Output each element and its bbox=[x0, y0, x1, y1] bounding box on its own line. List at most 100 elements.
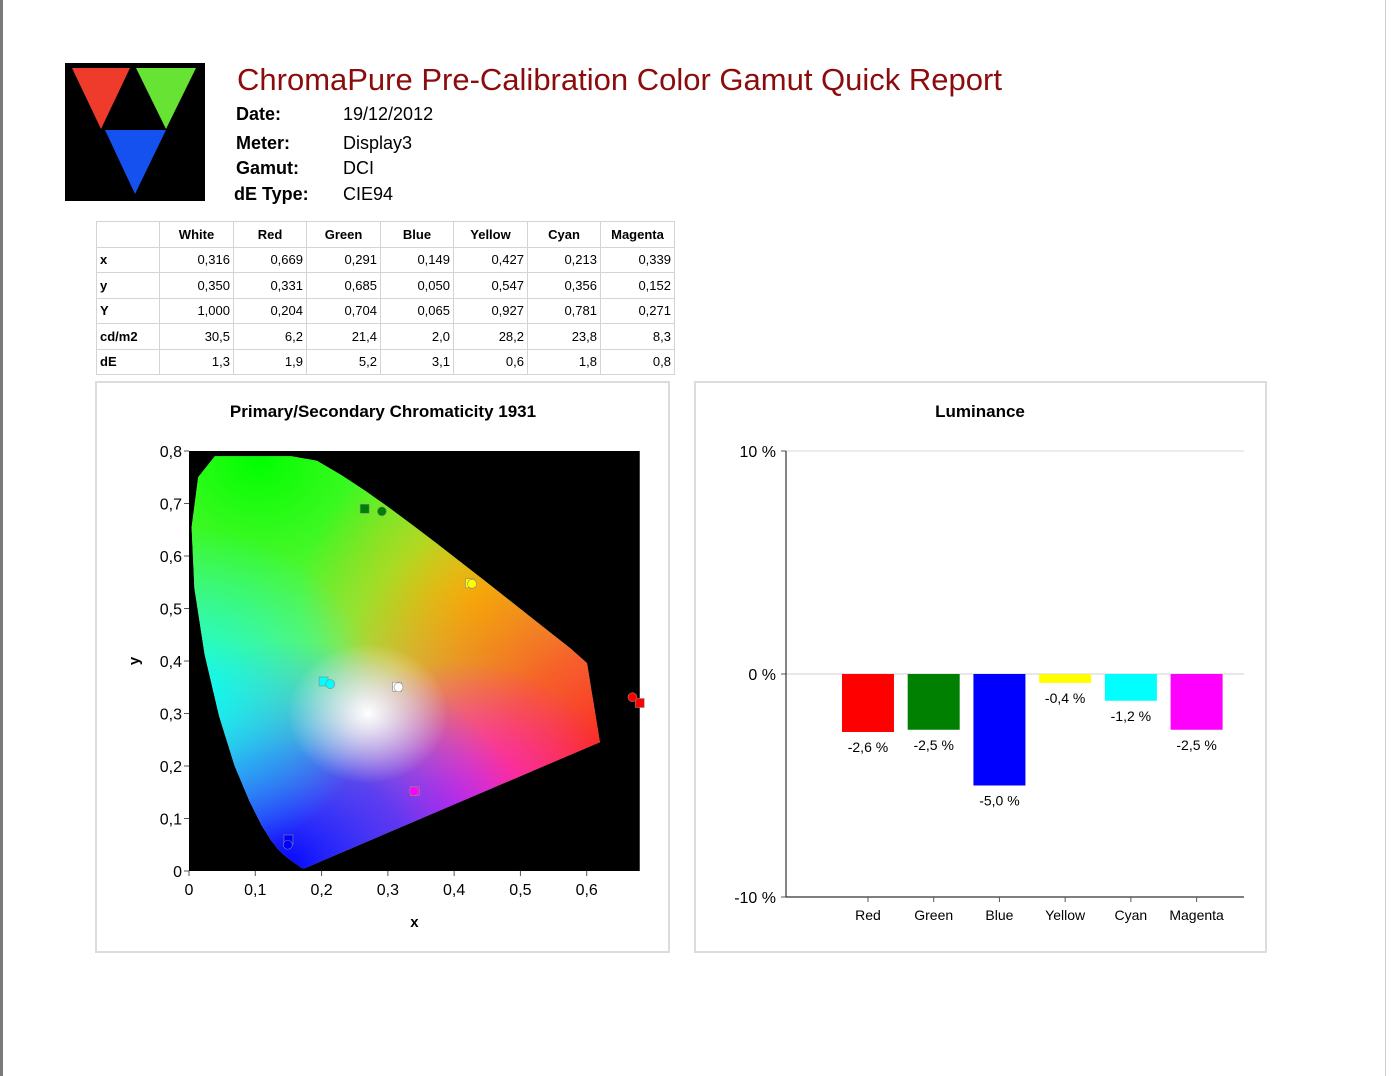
table-header: Red bbox=[233, 221, 307, 248]
measured-point-red bbox=[634, 698, 645, 708]
bar-value-label: -2,6 % bbox=[848, 739, 888, 755]
x-tick-label: Magenta bbox=[1169, 907, 1224, 923]
table-cell: 1,8 bbox=[527, 348, 601, 375]
luminance-bars bbox=[841, 674, 1223, 786]
y-tick-label: 0,5 bbox=[160, 602, 182, 619]
y-tick-label: 10 % bbox=[740, 444, 776, 461]
table-cell: 8,3 bbox=[600, 323, 675, 350]
bar-value-label: -0,4 % bbox=[1045, 690, 1085, 706]
y-tick-label: 0,3 bbox=[160, 707, 182, 724]
chromapure-logo bbox=[65, 63, 205, 201]
table-corner-cell bbox=[96, 221, 160, 248]
table-cell: 0,065 bbox=[380, 297, 454, 324]
table-cell: 0,704 bbox=[306, 297, 381, 324]
chromaticity-chart-panel: Primary/Secondary Chromaticity 1931 0 0,1… bbox=[95, 381, 670, 953]
bar-cyan bbox=[1104, 674, 1157, 701]
target-point-blue bbox=[282, 839, 293, 850]
table-cell: 0,316 bbox=[159, 246, 234, 273]
table-row: Y 1,000 0,204 0,704 0,065 0,927 0,781 0,… bbox=[96, 297, 675, 324]
bar-red bbox=[841, 674, 894, 732]
luminance-chart-panel: Luminance 10 % 0 % -10 % Red -2,6 % Green -2,5… bbox=[694, 381, 1267, 953]
y-tick-label: 0,8 bbox=[160, 444, 182, 461]
x-tick-label: Green bbox=[914, 907, 953, 923]
logo-green-triangle bbox=[136, 68, 196, 129]
measured-point-green bbox=[359, 503, 370, 514]
table-cell: 0,291 bbox=[306, 246, 381, 273]
table-cell: 0,8 bbox=[600, 348, 675, 375]
x-axis-label: x bbox=[410, 914, 419, 931]
table-header: White bbox=[159, 221, 234, 248]
y-tick-label: 0 bbox=[173, 864, 182, 881]
luminance-chart: Luminance 10 % 0 % -10 % Red -2,6 % Green -2,5… bbox=[734, 402, 1244, 923]
x-tick-label: 0,4 bbox=[443, 882, 465, 899]
table-row: x 0,316 0,669 0,291 0,149 0,427 0,213 0,… bbox=[96, 246, 675, 273]
y-tick-label: 0 % bbox=[748, 667, 776, 684]
x-tick-label: 0,5 bbox=[509, 882, 531, 899]
table-cell: 0,6 bbox=[453, 348, 528, 375]
bar-blue bbox=[973, 674, 1026, 786]
table-cell: 1,3 bbox=[159, 348, 234, 375]
target-point-magenta bbox=[408, 786, 419, 797]
table-header-row: White Red Green Blue Yellow Cyan Magenta bbox=[96, 221, 675, 248]
table-cell: 0,669 bbox=[233, 246, 307, 273]
target-point-green bbox=[377, 506, 387, 517]
table-cell: 0,149 bbox=[380, 246, 454, 273]
table-cell: 0,204 bbox=[233, 297, 307, 324]
table-cell: 5,2 bbox=[306, 348, 381, 375]
meta-value: DCI bbox=[343, 158, 374, 178]
x-tick-label: 0,1 bbox=[244, 882, 266, 899]
table-cell: 28,2 bbox=[453, 323, 528, 350]
logo-blue-triangle bbox=[105, 130, 166, 194]
table-header: Magenta bbox=[600, 221, 675, 248]
bar-magenta bbox=[1170, 674, 1223, 730]
table-cell: 1,000 bbox=[159, 297, 234, 324]
table-cell: 0,547 bbox=[453, 272, 528, 299]
logo-red-triangle bbox=[72, 68, 130, 129]
bar-green bbox=[907, 674, 960, 730]
table-cell: 6,2 bbox=[233, 323, 307, 350]
x-tick-label: Cyan bbox=[1115, 907, 1148, 923]
table-cell: 2,0 bbox=[380, 323, 454, 350]
luminance-chart-title: Luminance bbox=[935, 402, 1025, 421]
bar-value-label: -2,5 % bbox=[913, 737, 953, 753]
table-cell: 0,339 bbox=[600, 246, 675, 273]
y-tick-label: 0,6 bbox=[160, 549, 182, 566]
table-header: Green bbox=[306, 221, 381, 248]
x-tick-label: 0,6 bbox=[576, 882, 598, 899]
table-cell: 0,271 bbox=[600, 297, 675, 324]
table-cell: 0,356 bbox=[527, 272, 601, 299]
target-point-white bbox=[393, 682, 404, 693]
y-tick-label: 0,2 bbox=[160, 759, 182, 776]
meta-value: CIE94 bbox=[343, 184, 394, 204]
table-header: Cyan bbox=[527, 221, 601, 248]
meta-value: 19/12/2012 bbox=[343, 104, 434, 124]
meta-label: Gamut: bbox=[236, 158, 299, 178]
table-row: y 0,350 0,331 0,685 0,050 0,547 0,356 0,… bbox=[96, 272, 675, 299]
target-point-cyan bbox=[325, 679, 335, 689]
table-cell: 0,213 bbox=[527, 246, 601, 273]
row-label: x bbox=[96, 246, 160, 273]
table-cell: 0,331 bbox=[233, 272, 307, 299]
table-cell: 0,685 bbox=[306, 272, 381, 299]
meta-label: Date: bbox=[236, 104, 282, 124]
x-tick-label: Blue bbox=[985, 907, 1013, 923]
chromaticity-chart-title: Primary/Secondary Chromaticity 1931 bbox=[230, 402, 536, 421]
y-tick-label: 0,1 bbox=[160, 812, 182, 829]
table-cell: 3,1 bbox=[380, 348, 454, 375]
table-cell: 0,050 bbox=[380, 272, 454, 299]
table-cell: 0,781 bbox=[527, 297, 601, 324]
meta-label: dE Type: bbox=[234, 184, 309, 204]
bar-value-label: -5,0 % bbox=[979, 793, 1019, 809]
meta-value: Display3 bbox=[343, 133, 413, 153]
x-tick-label: Red bbox=[855, 907, 881, 923]
bar-value-label: -1,2 % bbox=[1111, 708, 1151, 724]
row-label: dE bbox=[96, 348, 160, 375]
window-right-edge bbox=[1385, 0, 1397, 1076]
report-title: ChromaPure Pre-Calibration Color Gamut Q… bbox=[237, 62, 1002, 97]
table-cell: 1,9 bbox=[233, 348, 307, 375]
y-tick-label: 0,7 bbox=[160, 497, 182, 514]
row-label: Y bbox=[96, 297, 160, 324]
chromaticity-chart: Primary/Secondary Chromaticity 1931 0 0,1… bbox=[126, 402, 645, 931]
table-cell: 0,927 bbox=[453, 297, 528, 324]
row-label: y bbox=[96, 272, 160, 299]
